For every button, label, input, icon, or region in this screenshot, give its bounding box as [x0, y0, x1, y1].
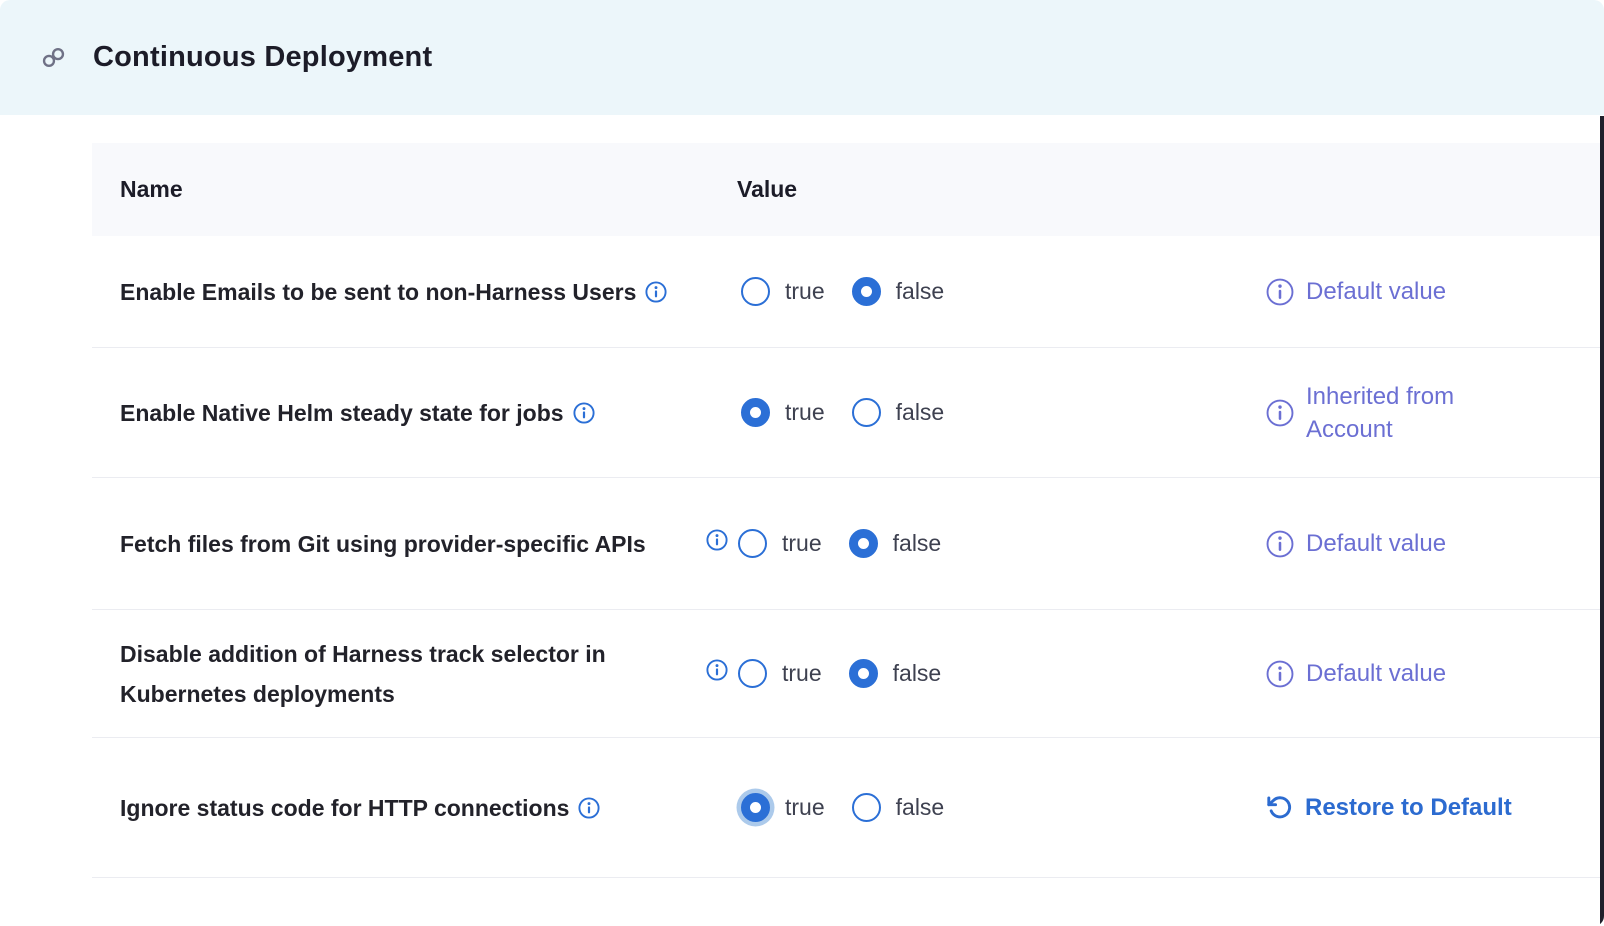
info-icon[interactable]	[1266, 530, 1294, 558]
column-header-name: Name	[92, 176, 704, 203]
setting-label: Enable Native Helm steady state for jobs	[120, 400, 564, 426]
setting-label: Fetch files from Git using provider-spec…	[120, 531, 646, 557]
radio-false-label[interactable]: false	[896, 794, 945, 821]
info-icon[interactable]	[578, 797, 600, 819]
radio-false-label[interactable]: false	[893, 660, 942, 687]
radio-true-label[interactable]: true	[785, 794, 825, 821]
radio-false[interactable]	[852, 277, 881, 306]
setting-label: Enable Emails to be sent to non-Harness …	[120, 279, 636, 305]
settings-table: Name Value Enable Emails to be sent to n…	[92, 143, 1604, 878]
radio-false[interactable]	[849, 659, 878, 688]
radio-true-label[interactable]: true	[782, 660, 822, 687]
setting-label: Ignore status code for HTTP connections	[120, 795, 569, 821]
settings-panel: Continuous Deployment Name Value Enable …	[0, 0, 1604, 926]
radio-false-label[interactable]: false	[896, 278, 945, 305]
table-row: Ignore status code for HTTP connections …	[92, 738, 1604, 878]
radio-true[interactable]	[741, 793, 770, 822]
table-row: Enable Emails to be sent to non-Harness …	[92, 236, 1604, 348]
radio-true-label[interactable]: true	[785, 399, 825, 426]
status-badge: Default value	[1306, 657, 1446, 690]
info-icon[interactable]	[1266, 660, 1294, 688]
info-icon[interactable]	[1266, 399, 1294, 427]
radio-false[interactable]	[849, 529, 878, 558]
radio-true[interactable]	[741, 398, 770, 427]
table-row: Disable addition of Harness track select…	[92, 610, 1604, 738]
status-badge: Default value	[1306, 527, 1446, 560]
radio-group: true false	[738, 529, 941, 558]
link-icon[interactable]	[40, 44, 67, 71]
restore-to-default-button[interactable]: Restore to Default	[1252, 794, 1604, 822]
section-header: Continuous Deployment	[0, 0, 1604, 115]
info-icon[interactable]	[645, 281, 667, 303]
radio-false[interactable]	[852, 793, 881, 822]
info-icon[interactable]	[1266, 278, 1294, 306]
radio-group: true false	[741, 398, 944, 427]
radio-true-label[interactable]: true	[785, 278, 825, 305]
radio-group: true false	[741, 793, 944, 822]
status-badge: Restore to Default	[1305, 794, 1512, 822]
radio-true[interactable]	[738, 659, 767, 688]
window-right-edge	[1600, 116, 1604, 926]
info-icon[interactable]	[706, 529, 728, 551]
status-badge: Inherited from Account	[1306, 380, 1546, 446]
radio-true-label[interactable]: true	[782, 530, 822, 557]
table-row: Fetch files from Git using provider-spec…	[92, 478, 1604, 610]
status-badge: Default value	[1306, 275, 1446, 308]
page-title: Continuous Deployment	[93, 41, 432, 74]
table-row: Enable Native Helm steady state for jobs…	[92, 348, 1604, 478]
radio-false-label[interactable]: false	[896, 399, 945, 426]
radio-group: true false	[741, 277, 944, 306]
info-icon[interactable]	[706, 659, 728, 681]
column-header-value: Value	[704, 176, 797, 203]
radio-false[interactable]	[852, 398, 881, 427]
setting-label: Disable addition of Harness track select…	[120, 641, 606, 707]
radio-true[interactable]	[741, 277, 770, 306]
info-icon[interactable]	[573, 402, 595, 424]
radio-group: true false	[738, 659, 941, 688]
radio-false-label[interactable]: false	[893, 530, 942, 557]
restore-icon	[1266, 794, 1293, 821]
table-header-row: Name Value	[92, 143, 1604, 236]
radio-true[interactable]	[738, 529, 767, 558]
